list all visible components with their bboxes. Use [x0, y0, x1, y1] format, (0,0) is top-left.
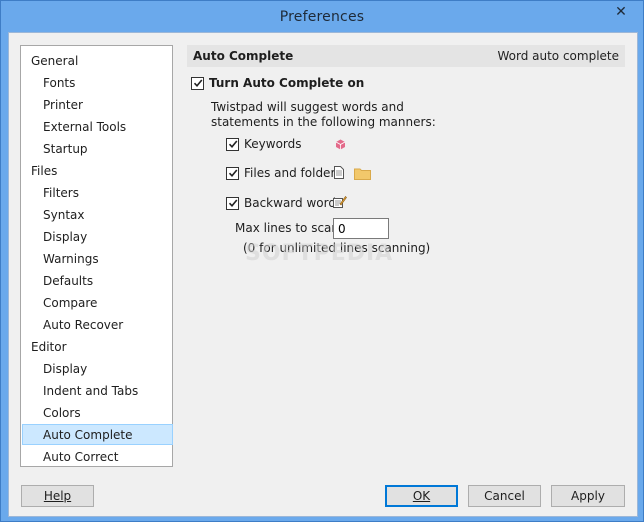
nav-item-syntax[interactable]: Syntax — [22, 204, 173, 225]
nav-item-editor[interactable]: Editor — [22, 336, 173, 357]
checkmark-icon — [193, 79, 202, 88]
nav-item-warnings[interactable]: Warnings — [22, 248, 173, 269]
nav-item-startup[interactable]: Startup — [22, 138, 173, 159]
ok-button[interactable]: OK — [385, 485, 458, 507]
turn-auto-complete-on-checkbox[interactable]: Turn Auto Complete on — [191, 76, 364, 90]
nav-item-compare[interactable]: Compare — [22, 292, 173, 313]
panel-title: Auto Complete — [193, 49, 294, 63]
backward-words-label: Backward words — [244, 196, 343, 210]
checkmark-icon — [228, 169, 237, 178]
help-button[interactable]: Help — [21, 485, 94, 507]
title-bar[interactable]: Preferences ✕ — [1, 1, 643, 32]
checkbox-box[interactable] — [226, 166, 239, 180]
nav-item-fonts[interactable]: Fonts — [22, 72, 173, 93]
apply-button[interactable]: Apply — [551, 485, 625, 507]
backward-words-checkbox[interactable]: Backward words — [226, 196, 342, 210]
checkmark-icon — [228, 140, 237, 149]
description-line-1: Twistpad will suggest words and — [211, 100, 404, 114]
keywords-label: Keywords — [244, 137, 302, 151]
dialog-client-area: General Fonts Printer External Tools Startup… — [8, 32, 638, 517]
close-icon: ✕ — [615, 4, 627, 20]
nav-item-general[interactable]: General — [22, 50, 173, 71]
ok-button-label: OK — [412, 489, 431, 503]
close-button[interactable]: ✕ — [606, 2, 636, 22]
folder-icon — [354, 167, 371, 180]
files-and-folders-label: Files and folders — [244, 166, 342, 180]
category-list[interactable]: General Fonts Printer External Tools Startup… — [20, 45, 173, 467]
cancel-button[interactable]: Cancel — [468, 485, 541, 507]
panel-subtitle: Word auto complete — [497, 49, 619, 63]
checkbox-box[interactable] — [226, 196, 239, 210]
window-title: Preferences — [279, 8, 365, 25]
nav-item-external-tools[interactable]: External Tools — [22, 116, 173, 137]
file-icon — [334, 166, 344, 179]
max-lines-input[interactable] — [333, 218, 389, 239]
nav-item-auto-recover[interactable]: Auto Recover — [22, 314, 173, 335]
nav-item-auto-correct[interactable]: Auto Correct — [22, 446, 173, 467]
apply-button-label: Apply — [571, 489, 605, 503]
nav-item-printer[interactable]: Printer — [22, 94, 173, 115]
checkbox-box[interactable] — [226, 137, 239, 151]
preferences-window: Preferences ✕ General Fonts Printer Externa… — [0, 0, 644, 522]
panel-header: Auto Complete Word auto complete — [187, 45, 625, 67]
description-line-2: statements in the following manners: — [211, 115, 436, 129]
nav-item-display[interactable]: Display — [22, 226, 173, 247]
pink-cube-icon — [335, 139, 346, 150]
nav-item-files[interactable]: Files — [22, 160, 173, 181]
checkbox-box[interactable] — [191, 76, 204, 90]
max-lines-label: Max lines to scan: — [235, 221, 344, 235]
watermark: SOFTPEDIA — [245, 241, 394, 266]
keywords-checkbox[interactable]: Keywords — [226, 137, 302, 151]
nav-item-auto-complete[interactable]: Auto Complete — [22, 424, 173, 445]
nav-item-filters[interactable]: Filters — [22, 182, 173, 203]
nav-item-display[interactable]: Display — [22, 358, 173, 379]
nav-item-indent-and-tabs[interactable]: Indent and Tabs — [22, 380, 173, 401]
help-button-label: Help — [43, 489, 72, 503]
nav-item-colors[interactable]: Colors — [22, 402, 173, 423]
turn-auto-complete-on-label: Turn Auto Complete on — [209, 76, 365, 90]
nav-item-defaults[interactable]: Defaults — [22, 270, 173, 291]
checkmark-icon — [228, 199, 237, 208]
files-and-folders-checkbox[interactable]: Files and folders — [226, 166, 342, 180]
edit-words-icon — [333, 195, 347, 209]
cancel-button-label: Cancel — [484, 489, 525, 503]
